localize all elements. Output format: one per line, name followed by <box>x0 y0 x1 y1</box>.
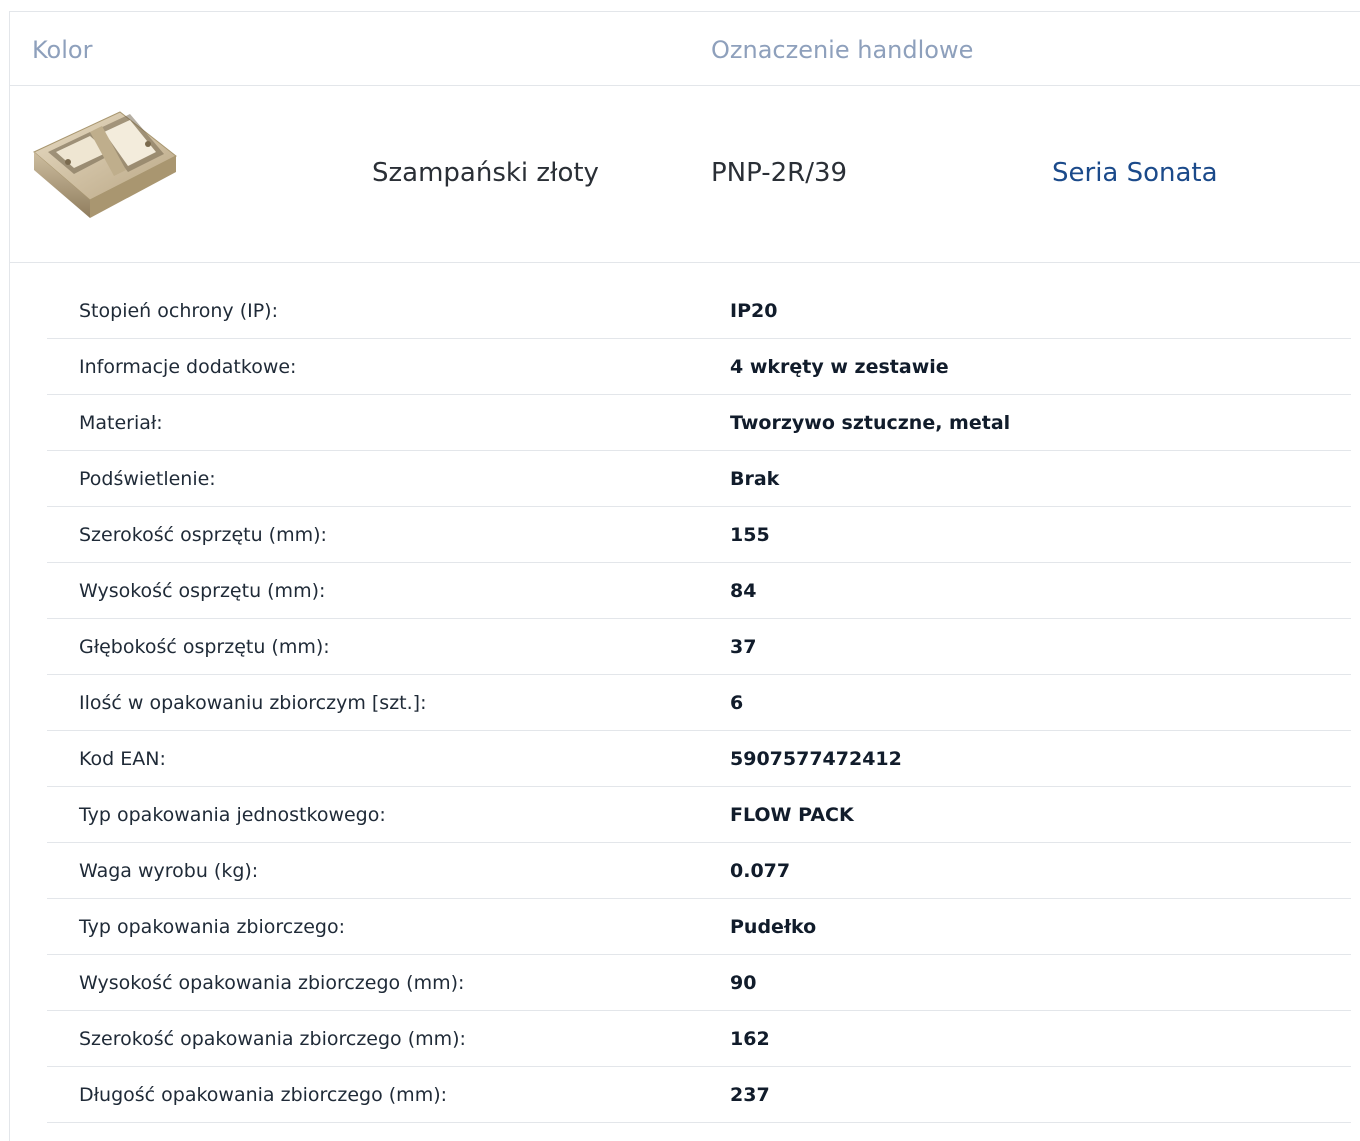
spec-row: Typ opakowania zbiorczego: Pudełko <box>47 899 1351 955</box>
spec-value: 90 <box>730 972 757 994</box>
spec-label: Typ opakowania zbiorczego: <box>79 916 345 938</box>
series-link[interactable]: Seria Sonata <box>1052 158 1218 188</box>
spec-value: FLOW PACK <box>730 804 854 826</box>
spec-value: 37 <box>730 636 757 658</box>
product-code: PNP-2R/39 <box>711 158 848 188</box>
spec-label: Głębokość osprzętu (mm): <box>79 636 330 658</box>
spec-value: Tworzywo sztuczne, metal <box>730 412 1011 434</box>
spec-row: Szerokość osprzętu (mm): 155 <box>47 507 1351 563</box>
spec-label: Materiał: <box>79 412 163 434</box>
spec-value: 162 <box>730 1028 770 1050</box>
spec-label: Ilość w opakowaniu zbiorczym [szt.]: <box>79 692 427 714</box>
column-header-color: Kolor <box>32 36 93 64</box>
spec-row: Materiał: Tworzywo sztuczne, metal <box>47 395 1351 451</box>
spec-label: Szerokość opakowania zbiorczego (mm): <box>79 1028 466 1050</box>
spec-label: Stopień ochrony (IP): <box>79 300 278 322</box>
product-row: Szampański złoty PNP-2R/39 Seria Sonata <box>10 86 1360 263</box>
product-photo-icon <box>33 111 177 218</box>
spec-row: Ilość w opakowaniu zbiorczym [szt.]: 6 <box>47 675 1351 731</box>
spec-row: Głębokość osprzętu (mm): 37 <box>47 619 1351 675</box>
spec-label: Kod EAN: <box>79 748 166 770</box>
spec-value: 84 <box>730 580 757 602</box>
spec-value: 4 wkręty w zestawie <box>730 356 949 378</box>
column-header-trade-name: Oznaczenie handlowe <box>711 36 974 64</box>
spec-label: Informacje dodatkowe: <box>79 356 297 378</box>
spec-row: Podświetlenie: Brak <box>47 451 1351 507</box>
spec-label: Waga wyrobu (kg): <box>79 860 259 882</box>
spec-value: 5907577472412 <box>730 748 902 770</box>
product-thumbnail <box>30 106 180 224</box>
spec-row: Kod EAN: 5907577472412 <box>47 731 1351 787</box>
spec-label: Wysokość opakowania zbiorczego (mm): <box>79 972 465 994</box>
spec-value: Brak <box>730 468 780 490</box>
spec-value: 155 <box>730 524 770 546</box>
spec-value: IP20 <box>730 300 778 322</box>
spec-row: Stopień ochrony (IP): IP20 <box>47 283 1351 339</box>
spec-label: Wysokość osprzętu (mm): <box>79 580 326 602</box>
spec-label: Długość opakowania zbiorczego (mm): <box>79 1084 448 1106</box>
product-color-name: Szampański złoty <box>372 158 599 188</box>
spec-row: Waga wyrobu (kg): 0.077 <box>47 843 1351 899</box>
spec-value: 6 <box>730 692 744 714</box>
spec-row: Długość opakowania zbiorczego (mm): 237 <box>47 1067 1351 1123</box>
table-header: Kolor Oznaczenie handlowe <box>10 12 1360 86</box>
spec-row: Wysokość opakowania zbiorczego (mm): 90 <box>47 955 1351 1011</box>
spec-label: Szerokość osprzętu (mm): <box>79 524 327 546</box>
spec-value: Pudełko <box>730 916 817 938</box>
spec-row: Informacje dodatkowe: 4 wkręty w zestawie <box>47 339 1351 395</box>
product-panel: Kolor Oznaczenie handlowe Szampański zło… <box>9 11 1360 1141</box>
spec-value: 0.077 <box>730 860 791 882</box>
spec-row: Typ opakowania jednostkowego: FLOW PACK <box>47 787 1351 843</box>
spec-row: Szerokość opakowania zbiorczego (mm): 162 <box>47 1011 1351 1067</box>
spec-label: Typ opakowania jednostkowego: <box>79 804 386 826</box>
spec-value: 237 <box>730 1084 770 1106</box>
specifications-table: Stopień ochrony (IP): IP20 Informacje doda… <box>47 283 1351 1123</box>
spec-row: Wysokość osprzętu (mm): 84 <box>47 563 1351 619</box>
spec-label: Podświetlenie: <box>79 468 216 490</box>
